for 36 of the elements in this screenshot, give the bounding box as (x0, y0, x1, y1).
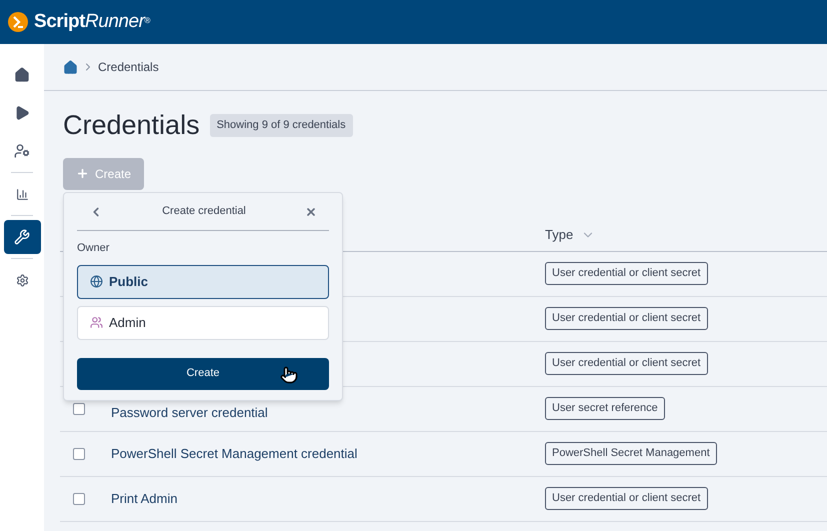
wrench-icon (14, 229, 30, 245)
type-tag: User credential or client secret (545, 262, 708, 285)
credential-name[interactable]: Password server credential (111, 404, 268, 420)
user-gear-icon (14, 143, 30, 159)
credential-name[interactable]: Print Admin (111, 490, 178, 506)
page-title: Credentials (63, 109, 200, 142)
row-checkbox[interactable] (73, 448, 85, 460)
hand-cursor-icon (280, 366, 298, 384)
submit-button[interactable]: Create (77, 358, 329, 390)
owner-option[interactable]: Public (77, 264, 329, 298)
bar-chart-icon (16, 188, 28, 200)
type-tag: User credential or client secret (545, 352, 708, 375)
logo-icon (8, 12, 28, 32)
globe-icon (90, 275, 103, 288)
count-badge: Showing 9 of 9 credentials (210, 114, 353, 136)
breadcrumb-link[interactable]: Credentials (98, 58, 159, 76)
play-icon (14, 105, 30, 121)
popover-title: Create credential (162, 204, 246, 220)
settings-icon (16, 274, 28, 286)
type-tag: User secret reference (545, 397, 665, 420)
owner-option[interactable]: Admin (77, 306, 329, 340)
owner-label: Owner (77, 241, 110, 256)
sidebar-item[interactable] (4, 220, 40, 254)
home-icon (14, 67, 30, 83)
column-header[interactable]: Type (545, 225, 596, 245)
type-tag: User credential or client secret (545, 487, 708, 510)
close-icon[interactable] (305, 206, 317, 218)
logo-text: ScriptRunner$^{®}$ (34, 10, 150, 34)
plus-icon (76, 167, 89, 180)
type-tag: PowerShell Secret Management (545, 442, 717, 465)
type-tag: User credential or client secret (545, 307, 708, 330)
home-icon (63, 60, 78, 74)
credential-name[interactable]: PowerShell Secret Management credential (111, 446, 358, 460)
row-checkbox[interactable] (73, 492, 85, 504)
row-checkbox[interactable] (73, 402, 85, 414)
group-icon (90, 316, 103, 329)
